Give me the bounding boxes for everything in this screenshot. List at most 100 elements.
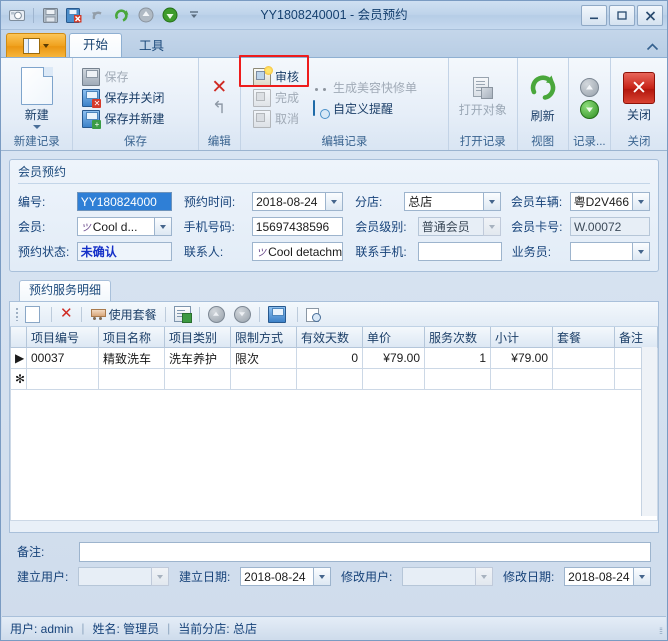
application-menu-button[interactable]	[6, 33, 66, 57]
cell-package[interactable]	[553, 369, 615, 390]
generate-beauty-repair-order-button: 生成美容快修单	[309, 78, 421, 98]
save-and-close-icon[interactable]	[63, 5, 85, 25]
code-input[interactable]: YY180824000	[77, 192, 172, 211]
save-and-close-button[interactable]: ✕ 保存并关闭	[78, 88, 176, 108]
chevron-down-icon[interactable]	[633, 567, 651, 586]
new-button[interactable]: 新建	[7, 65, 67, 131]
ribbon-group-label-close: 关闭	[611, 134, 667, 150]
vehicle-select[interactable]: 粤D2V466	[570, 192, 650, 211]
appointment-time-picker[interactable]: 2018-08-24	[252, 192, 343, 211]
delete-icon[interactable]: ✕	[211, 80, 227, 96]
chevron-down-icon[interactable]	[325, 192, 343, 211]
delete-row-button[interactable]: ✕	[57, 306, 76, 322]
maximize-button[interactable]	[609, 5, 635, 26]
chevron-down-icon[interactable]	[313, 567, 331, 586]
cell-unit-price[interactable]: ¥79.00	[363, 348, 425, 369]
cell-item-category[interactable]: 洗车养护	[165, 348, 231, 369]
column-header-limit-mode[interactable]: 限制方式	[231, 327, 297, 348]
chevron-down-icon[interactable]	[154, 217, 172, 236]
prev-record-icon	[580, 78, 599, 97]
chevron-down-icon[interactable]	[483, 192, 501, 211]
table-row[interactable]: ▶ 00037 精致洗车 洗车养护 限次 0 ¥79.00 1 ¥79.00	[11, 348, 658, 369]
cell-subtotal[interactable]: ¥79.00	[491, 348, 553, 369]
cell-service-count[interactable]	[425, 369, 491, 390]
redo-refresh-icon[interactable]	[111, 5, 133, 25]
column-header-remark[interactable]: 备注	[615, 327, 658, 348]
cell-limit-mode[interactable]: 限次	[231, 348, 297, 369]
table-row[interactable]: ✻	[11, 369, 658, 390]
label-phone: 手机号码:	[172, 218, 252, 235]
undo-icon[interactable]	[87, 5, 109, 25]
cell-unit-price[interactable]	[363, 369, 425, 390]
column-header-item-name[interactable]: 项目名称	[99, 327, 165, 348]
minimize-button[interactable]	[581, 5, 607, 26]
next-record-icon[interactable]	[580, 100, 599, 119]
generate-order-label: 生成美容快修单	[333, 81, 417, 95]
contact-phone-input[interactable]	[418, 242, 502, 261]
remark-input[interactable]	[79, 542, 651, 562]
branch-value[interactable]: 总店	[404, 192, 483, 211]
column-header-valid-days[interactable]: 有效天数	[297, 327, 363, 348]
cell-service-count[interactable]: 1	[425, 348, 491, 369]
find-button[interactable]	[303, 306, 324, 323]
cell-item-name[interactable]	[99, 369, 165, 390]
label-modify-date: 修改日期:	[493, 568, 564, 585]
grid-vertical-scrollbar[interactable]	[641, 347, 657, 516]
grid-empty-area[interactable]	[10, 390, 658, 521]
custom-reminder-button[interactable]: 自定义提醒	[309, 99, 421, 119]
cell-item-code[interactable]	[27, 369, 99, 390]
create-date-picker[interactable]: 2018-08-24	[240, 567, 331, 586]
collapse-ribbon-icon[interactable]	[646, 42, 659, 54]
cell-limit-mode[interactable]	[231, 369, 297, 390]
chevron-down-icon[interactable]	[632, 242, 650, 261]
toolbar-grip[interactable]	[15, 307, 19, 321]
chevron-down-icon[interactable]	[632, 192, 650, 211]
screenshot-icon[interactable]	[6, 5, 28, 25]
cell-subtotal[interactable]	[491, 369, 553, 390]
close-button[interactable]	[637, 5, 663, 26]
cell-item-code[interactable]: 00037	[27, 348, 99, 369]
modify-date-picker[interactable]: 2018-08-24	[564, 567, 651, 586]
new-row-button[interactable]	[22, 305, 46, 324]
save-layout-button[interactable]	[265, 305, 292, 324]
resize-grip[interactable]: ⁞⁞	[659, 626, 662, 636]
refresh-button[interactable]: 刷新	[523, 70, 563, 126]
salesman-value[interactable]	[570, 242, 632, 261]
column-header-package[interactable]: 套餐	[553, 327, 615, 348]
column-header-unit-price[interactable]: 单价	[363, 327, 425, 348]
vehicle-value[interactable]: 粤D2V466	[570, 192, 632, 211]
save-icon[interactable]	[39, 5, 61, 25]
appointment-time-value[interactable]: 2018-08-24	[252, 192, 325, 211]
cell-valid-days[interactable]	[297, 369, 363, 390]
cell-package[interactable]	[553, 348, 615, 369]
next-record-icon[interactable]	[159, 5, 181, 25]
edit-form-button[interactable]	[171, 305, 194, 323]
member-value[interactable]: ツ Cool d...	[77, 217, 154, 236]
column-header-service-count[interactable]: 服务次数	[425, 327, 491, 348]
tab-appointment-service-detail[interactable]: 预约服务明细	[19, 280, 111, 301]
form-row-2: 会员: ツ Cool d... 手机号码: 15697438596 会员级别: …	[18, 214, 650, 239]
modify-date-value[interactable]: 2018-08-24	[564, 567, 633, 586]
cell-item-category[interactable]	[165, 369, 231, 390]
contact-input[interactable]: ツ Cool detachm	[252, 242, 343, 261]
member-select[interactable]: ツ Cool d...	[77, 217, 172, 236]
column-header-subtotal[interactable]: 小计	[491, 327, 553, 348]
branch-select[interactable]: 总店	[404, 192, 501, 211]
column-header-item-category[interactable]: 项目类别	[165, 327, 231, 348]
cell-valid-days[interactable]: 0	[297, 348, 363, 369]
tab-tools[interactable]: 工具	[125, 34, 178, 57]
save-and-new-button[interactable]: + 保存并新建	[78, 109, 176, 129]
prev-record-icon[interactable]	[135, 5, 157, 25]
tab-start[interactable]: 开始	[69, 33, 122, 57]
cell-item-name[interactable]: 精致洗车	[99, 348, 165, 369]
footer-row-meta: 建立用户: 建立日期: 2018-08-24 修改用户: 修改日期: 201	[17, 564, 651, 589]
phone-input[interactable]: 15697438596	[252, 217, 343, 236]
salesman-select[interactable]	[570, 242, 650, 261]
more-button[interactable]	[327, 313, 333, 315]
use-package-button[interactable]: 使用套餐	[87, 305, 160, 324]
audit-button[interactable]: 审核	[249, 67, 303, 87]
close-record-button[interactable]: ✕ 关闭	[616, 70, 662, 125]
customize-qat-icon[interactable]	[183, 5, 205, 25]
column-header-item-code[interactable]: 项目编号	[27, 327, 99, 348]
create-date-value[interactable]: 2018-08-24	[240, 567, 313, 586]
